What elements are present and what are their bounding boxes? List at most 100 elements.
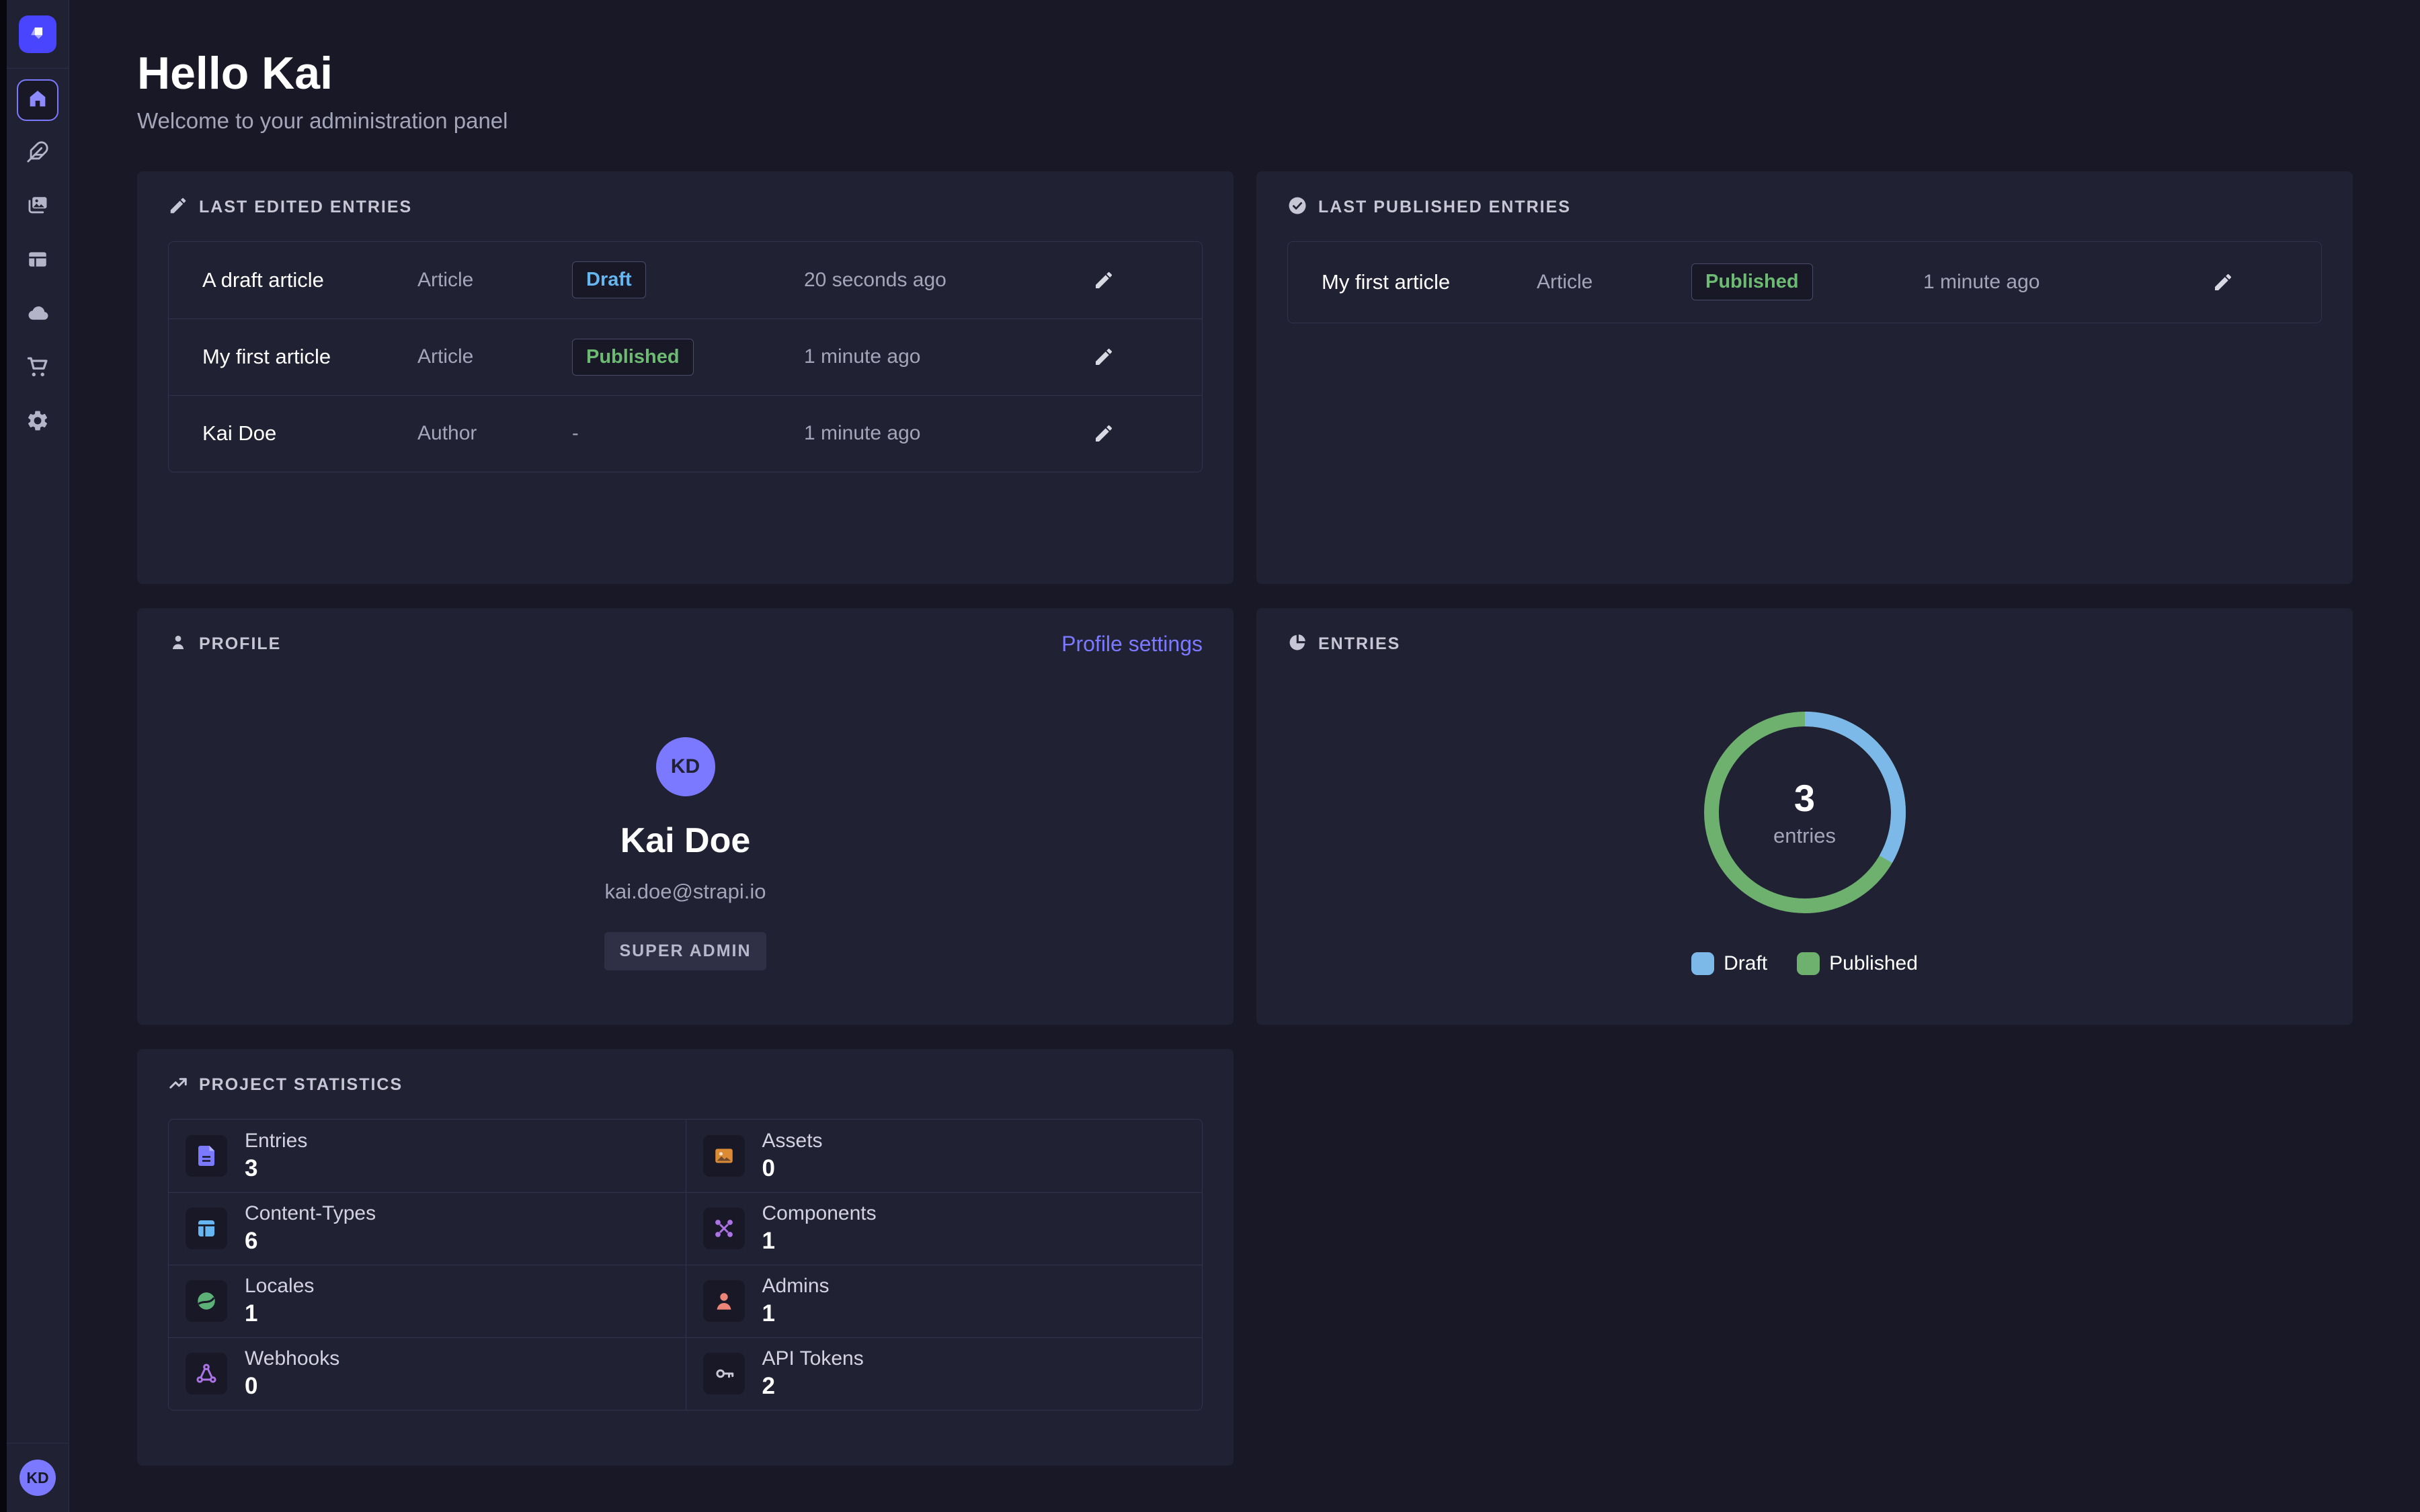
stat-value: 0 [762,1155,823,1182]
stat-label: Assets [762,1130,823,1152]
entry-title: Kai Doe [202,421,417,446]
stat-api-tokens: API Tokens 2 [686,1337,1203,1410]
stat-value: 1 [762,1228,877,1255]
donut-center: 3 entries [1697,705,1912,920]
stat-admins: Admins 1 [686,1265,1203,1337]
entries-donut-chart: 3 entries [1697,705,1912,920]
stat-value: 2 [762,1373,864,1400]
sidebar: KD [7,0,69,1512]
sidebar-item-home[interactable] [17,79,58,121]
stat-label: Webhooks [245,1347,339,1370]
stat-content-types: Content-Types 6 [169,1192,686,1265]
project-statistics-grid: Entries 3 Assets 0 [168,1119,1203,1411]
strapi-logo[interactable] [19,15,56,53]
sidebar-item-content-type-builder[interactable] [7,234,69,288]
locales-icon [186,1280,227,1322]
edit-entry-button[interactable] [1093,269,1115,291]
sidebar-item-cloud[interactable] [7,288,69,341]
status-badge: Published [1691,263,1813,300]
trending-up-icon [168,1073,188,1097]
sidebar-item-media-library[interactable] [7,180,69,234]
entry-time: 1 minute ago [804,422,1093,445]
main-content: Hello Kai Welcome to your administration… [70,0,2420,1466]
legend-label: Draft [1724,952,1767,975]
entries-icon [186,1135,227,1177]
role-badge: SUPER ADMIN [604,932,766,970]
last-published-entries-table: My first article Article Published 1 min… [1287,241,2322,323]
strapi-logo-icon [26,21,49,47]
legend-label: Published [1829,952,1918,975]
stat-value: 3 [245,1155,307,1182]
stat-value: 0 [245,1373,339,1400]
project-statistics-panel: PROJECT STATISTICS Entries 3 [137,1049,1234,1466]
window-edge [0,0,7,1512]
content-types-icon [186,1208,227,1249]
panel-title: LAST PUBLISHED ENTRIES [1318,198,1571,217]
sidebar-item-content-manager[interactable] [7,126,69,180]
legend-item-published: Published [1797,952,1918,975]
sidebar-footer: KD [7,1443,69,1512]
stat-label: API Tokens [762,1347,864,1370]
published-color-chip [1797,952,1820,975]
entry-title: My first article [1322,270,1537,294]
chart-legend: Draft Published [1287,952,2322,975]
pencil-icon [168,196,188,219]
stat-components: Components 1 [686,1192,1203,1265]
edit-pencil-icon [1093,283,1115,293]
pie-chart-icon [1287,632,1307,656]
sidebar-item-settings[interactable] [7,395,69,449]
status-badge: - [572,423,579,445]
profile-settings-link[interactable]: Profile settings [1061,632,1203,657]
strapi-admin-app: KD Hello Kai Welcome to your administrat… [0,0,2420,1512]
edit-entry-button[interactable] [1093,423,1115,444]
edit-entry-button[interactable] [1093,346,1115,368]
entry-time: 1 minute ago [804,345,1093,368]
table-row: Kai Doe Author - 1 minute ago [169,395,1202,472]
panel-title: ENTRIES [1318,634,1400,654]
entries-panel: ENTRIES 3 entries Draft [1256,608,2353,1025]
entry-time: 1 minute ago [1923,271,2212,294]
page-header: Hello Kai Welcome to your administration… [137,48,2353,134]
entry-type: Article [417,269,572,292]
donut-total-value: 3 [1794,776,1815,820]
home-icon [27,88,48,113]
edit-pencil-icon [2212,285,2234,295]
edit-entry-button[interactable] [2212,271,2234,293]
last-published-entries-header: LAST PUBLISHED ENTRIES [1287,194,2322,221]
panel-title: PROFILE [199,634,281,654]
sidebar-nav [7,69,69,449]
stat-label: Locales [245,1275,314,1298]
table-row: My first article Article Published 1 min… [169,319,1202,395]
stat-webhooks: Webhooks 0 [169,1337,686,1410]
sidebar-logo-section [7,0,69,69]
sidebar-user-avatar[interactable]: KD [19,1460,56,1496]
profile-header-left: PROFILE [168,632,281,656]
table-row: A draft article Article Draft 20 seconds… [169,242,1202,319]
page-subtitle: Welcome to your administration panel [137,108,2353,134]
project-statistics-header: PROJECT STATISTICS [168,1072,1203,1099]
layout-icon [26,248,49,274]
last-edited-entries-table: A draft article Article Draft 20 seconds… [168,241,1203,472]
entry-type: Author [417,422,572,445]
webhooks-icon [186,1353,227,1394]
profile-body: KD Kai Doe kai.doe@strapi.io SUPER ADMIN [168,658,1203,970]
images-icon [26,194,49,220]
admins-icon [703,1280,745,1322]
profile-header: PROFILE Profile settings [168,631,1203,658]
draft-color-chip [1691,952,1714,975]
sidebar-item-marketplace[interactable] [7,341,69,395]
gear-icon [26,409,50,436]
edit-pencil-icon [1093,360,1115,370]
components-icon [703,1208,745,1249]
status-badge: Draft [572,261,646,298]
entries-header: ENTRIES [1287,631,2322,658]
entry-time: 20 seconds ago [804,269,1093,292]
profile-name: Kai Doe [620,821,751,861]
stat-value: 1 [245,1300,314,1327]
last-published-entries-panel: LAST PUBLISHED ENTRIES My first article … [1256,171,2353,584]
edit-pencil-icon [1093,436,1115,446]
stat-label: Entries [245,1130,307,1152]
page-title: Hello Kai [137,48,2353,99]
cart-icon [26,355,50,382]
donut-total-label: entries [1773,824,1836,848]
